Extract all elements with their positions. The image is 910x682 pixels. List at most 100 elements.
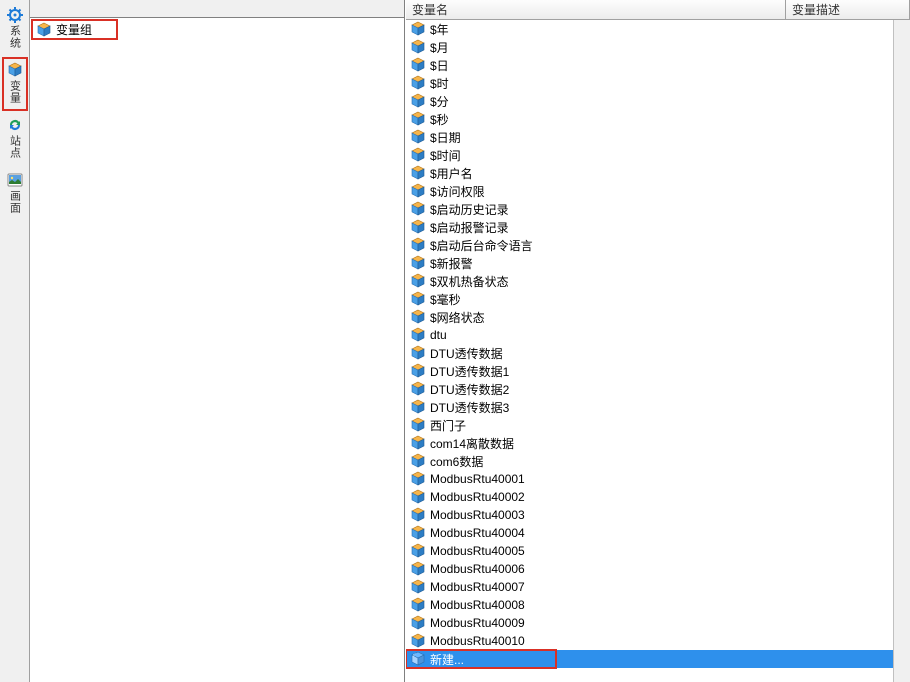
list-row[interactable]: ModbusRtu40007	[406, 578, 893, 596]
list-row-label: $访问权限	[430, 183, 485, 200]
cube-icon	[410, 507, 426, 523]
list-row-label: $分	[430, 93, 449, 110]
list-row[interactable]: $毫秒	[406, 290, 893, 308]
list-row[interactable]: DTU透传数据3	[406, 398, 893, 416]
sidebar-tab-sites[interactable]: 站点	[2, 112, 28, 166]
cube-icon	[410, 417, 426, 433]
list-row-label: $启动报警记录	[430, 219, 509, 236]
list-row[interactable]: $启动后台命令语言	[406, 236, 893, 254]
list-row-label: $双机热备状态	[430, 273, 509, 290]
list-row-label: 新建...	[430, 651, 464, 668]
cube-icon	[410, 255, 426, 271]
cube-icon	[410, 633, 426, 649]
list-row-label: $时间	[430, 147, 461, 164]
cube-icon	[410, 561, 426, 577]
list-row-label: ModbusRtu40002	[430, 490, 525, 504]
cube-icon	[410, 273, 426, 289]
list-row-label: $年	[430, 21, 449, 38]
list-body[interactable]: $年$月$日$时$分$秒$日期$时间$用户名$访问权限$启动历史记录$启动报警记…	[406, 20, 893, 682]
list-row[interactable]: DTU透传数据	[406, 344, 893, 362]
list-row[interactable]: com14离散数据	[406, 434, 893, 452]
list-row[interactable]: $日	[406, 56, 893, 74]
variable-list-panel: 变量名 变量描述 $年$月$日$时$分$秒$日期$时间$用户名$访问权限$启动历…	[405, 0, 910, 682]
list-row-label: 西门子	[430, 417, 466, 434]
list-row-label: DTU透传数据3	[430, 399, 509, 416]
cube-icon	[410, 21, 426, 37]
cube-icon	[410, 471, 426, 487]
list-row[interactable]: $时间	[406, 146, 893, 164]
cube-icon	[410, 579, 426, 595]
cube-icon	[410, 183, 426, 199]
list-row[interactable]: $用户名	[406, 164, 893, 182]
sidebar-tab-label: 变量	[7, 80, 23, 104]
cube-icon	[410, 489, 426, 505]
cube-icon	[410, 363, 426, 379]
list-row[interactable]: $双机热备状态	[406, 272, 893, 290]
cube-icon	[410, 597, 426, 613]
cube-icon	[7, 62, 23, 78]
cube-icon	[410, 165, 426, 181]
column-header-name[interactable]: 变量名	[406, 0, 786, 19]
list-row[interactable]: DTU透传数据2	[406, 380, 893, 398]
list-row[interactable]: $访问权限	[406, 182, 893, 200]
tree-header	[30, 0, 404, 18]
list-row-label: $用户名	[430, 165, 473, 182]
list-row[interactable]: 西门子	[406, 416, 893, 434]
list-row-label: com14离散数据	[430, 435, 514, 452]
list-row[interactable]: $日期	[406, 128, 893, 146]
cube-icon	[410, 129, 426, 145]
list-row[interactable]: ModbusRtu40008	[406, 596, 893, 614]
list-row[interactable]: ModbusRtu40010	[406, 632, 893, 650]
tree-item-variable-group[interactable]: 变量组	[32, 20, 117, 39]
list-row[interactable]: $网络状态	[406, 308, 893, 326]
list-row[interactable]: $新报警	[406, 254, 893, 272]
list-row[interactable]: ModbusRtu40006	[406, 560, 893, 578]
list-row-label: ModbusRtu40010	[430, 634, 525, 648]
list-row-label: ModbusRtu40006	[430, 562, 525, 576]
cube-icon	[410, 93, 426, 109]
list-row-label: $毫秒	[430, 291, 461, 308]
list-header: 变量名 变量描述	[406, 0, 910, 20]
list-row[interactable]: ModbusRtu40009	[406, 614, 893, 632]
list-row[interactable]: DTU透传数据1	[406, 362, 893, 380]
sidebar-tab-label: 画面	[7, 190, 23, 214]
vertical-scrollbar[interactable]	[893, 20, 910, 682]
new-cube-icon	[410, 651, 426, 667]
cube-icon	[410, 327, 426, 343]
sidebar-tab-label: 站点	[7, 135, 23, 159]
sidebar-tab-screens[interactable]: 画面	[2, 167, 28, 221]
list-row-label: ModbusRtu40009	[430, 616, 525, 630]
tree-item-label: 变量组	[56, 21, 92, 38]
list-row[interactable]: $年	[406, 20, 893, 38]
cube-icon	[410, 453, 426, 469]
list-row[interactable]: com6数据	[406, 452, 893, 470]
list-row[interactable]: $分	[406, 92, 893, 110]
gear-icon	[7, 7, 23, 23]
list-row[interactable]: ModbusRtu40002	[406, 488, 893, 506]
cube-icon	[410, 543, 426, 559]
list-row-label: ModbusRtu40005	[430, 544, 525, 558]
cube-icon	[410, 75, 426, 91]
list-row[interactable]: $启动历史记录	[406, 200, 893, 218]
sidebar-tab-system[interactable]: 系统	[2, 2, 28, 56]
image-icon	[7, 172, 23, 188]
cube-icon	[410, 39, 426, 55]
list-row[interactable]: dtu	[406, 326, 893, 344]
sidebar-tab-variables[interactable]: 变量	[2, 57, 28, 111]
tree-panel: 变量组	[30, 0, 405, 682]
list-row-new[interactable]: 新建...	[406, 650, 893, 668]
list-row[interactable]: $时	[406, 74, 893, 92]
column-header-desc[interactable]: 变量描述	[786, 0, 910, 19]
list-row[interactable]: $月	[406, 38, 893, 56]
cube-icon	[410, 219, 426, 235]
list-row[interactable]: ModbusRtu40001	[406, 470, 893, 488]
list-row[interactable]: ModbusRtu40003	[406, 506, 893, 524]
cube-icon	[410, 57, 426, 73]
list-row[interactable]: ModbusRtu40005	[406, 542, 893, 560]
list-row[interactable]: $秒	[406, 110, 893, 128]
list-row-label: DTU透传数据1	[430, 363, 509, 380]
list-row-label: com6数据	[430, 453, 483, 470]
list-row[interactable]: ModbusRtu40004	[406, 524, 893, 542]
cube-icon	[36, 22, 52, 38]
list-row[interactable]: $启动报警记录	[406, 218, 893, 236]
